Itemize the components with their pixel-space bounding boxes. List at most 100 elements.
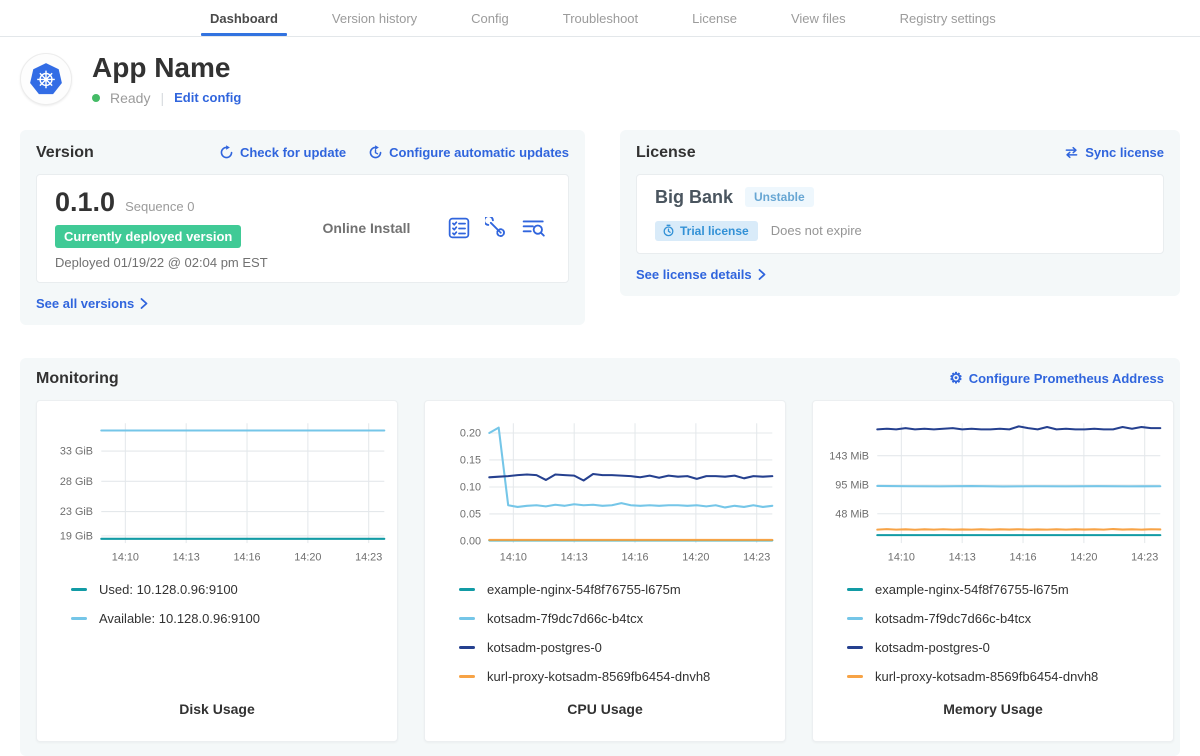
monitoring-section: Monitoring ⚙ Configure Prometheus Addres…	[20, 358, 1180, 756]
sequence-label: Sequence 0	[125, 199, 194, 214]
install-type-label: Online Install	[285, 220, 448, 236]
channel-badge: Unstable	[745, 187, 814, 207]
legend-item: Available: 10.128.0.96:9100	[71, 611, 389, 626]
legend-item: example-nginx-54f8f76755-l675m	[847, 582, 1165, 597]
tab-view-files[interactable]: View files	[764, 0, 873, 36]
legend-label: kotsadm-7f9dc7d66c-b4tcx	[487, 611, 643, 626]
svg-text:14:23: 14:23	[743, 551, 770, 563]
svg-text:14:13: 14:13	[561, 551, 588, 563]
legend-swatch	[459, 675, 475, 678]
legend-item: kotsadm-postgres-0	[847, 640, 1165, 655]
svg-text:14:10: 14:10	[888, 551, 915, 563]
divider: |	[160, 90, 164, 106]
svg-text:14:13: 14:13	[949, 551, 976, 563]
svg-text:14:16: 14:16	[1009, 551, 1036, 563]
legend-label: example-nginx-54f8f76755-l675m	[875, 582, 1069, 597]
license-assignee: Big Bank	[655, 187, 733, 208]
cpu-usage-legend: example-nginx-54f8f76755-l675m kotsadm-7f…	[459, 582, 777, 684]
kubernetes-app-icon	[20, 53, 72, 105]
view-logs-icon[interactable]	[522, 217, 546, 239]
legend-item: kotsadm-postgres-0	[459, 640, 777, 655]
svg-text:0.15: 0.15	[460, 454, 481, 466]
svg-text:14:16: 14:16	[233, 551, 260, 563]
version-card: Version Check for update Configure au	[20, 130, 585, 325]
legend-swatch	[847, 588, 863, 591]
svg-text:14:16: 14:16	[621, 551, 648, 563]
legend-item: kurl-proxy-kotsadm-8569fb6454-dnvh8	[459, 669, 777, 684]
chevron-right-icon	[140, 298, 148, 309]
tab-dashboard[interactable]: Dashboard	[183, 0, 305, 36]
stopwatch-icon	[662, 224, 675, 237]
svg-text:14:23: 14:23	[1131, 551, 1158, 563]
legend-swatch	[71, 617, 87, 620]
kubernetes-logo-icon	[24, 57, 68, 101]
memory-usage-chart-card: 48 MiB95 MiB143 MiB14:1014:1314:1614:201…	[812, 400, 1174, 742]
license-expiry: Does not expire	[771, 223, 862, 238]
legend-item: kotsadm-7f9dc7d66c-b4tcx	[847, 611, 1165, 626]
status-text: Ready	[110, 90, 150, 106]
legend-swatch	[847, 617, 863, 620]
monitoring-title: Monitoring	[36, 370, 119, 388]
svg-text:0.20: 0.20	[460, 427, 481, 439]
tab-troubleshoot[interactable]: Troubleshoot	[536, 0, 665, 36]
svg-text:14:10: 14:10	[112, 551, 139, 563]
clock-refresh-icon	[368, 145, 383, 160]
svg-text:0.00: 0.00	[460, 535, 481, 547]
license-card: License Sync license Big Bank Unstable	[620, 130, 1180, 296]
see-all-versions-link[interactable]: See all versions	[36, 296, 148, 311]
legend-swatch	[459, 588, 475, 591]
refresh-icon	[219, 145, 234, 160]
legend-item: kotsadm-7f9dc7d66c-b4tcx	[459, 611, 777, 626]
tab-version-history[interactable]: Version history	[305, 0, 444, 36]
cpu-usage-plot: 0.000.050.100.150.2014:1014:1314:1614:20…	[433, 415, 777, 572]
svg-text:14:20: 14:20	[682, 551, 709, 563]
chart-title-memory: Memory Usage	[821, 701, 1165, 725]
legend-swatch	[847, 646, 863, 649]
edit-config-link[interactable]: Edit config	[174, 90, 241, 105]
app-header: App Name Ready | Edit config	[0, 37, 1200, 120]
legend-label: Available: 10.128.0.96:9100	[99, 611, 260, 626]
legend-item: Used: 10.128.0.96:9100	[71, 582, 389, 597]
config-wrench-icon[interactable]	[485, 217, 507, 239]
svg-text:33 GiB: 33 GiB	[60, 445, 93, 457]
configure-prometheus-button[interactable]: ⚙ Configure Prometheus Address	[949, 371, 1164, 386]
current-version-card: 0.1.0 Sequence 0 Currently deployed vers…	[36, 174, 569, 283]
tab-license[interactable]: License	[665, 0, 764, 36]
chevron-right-icon	[758, 269, 766, 280]
legend-label: kurl-proxy-kotsadm-8569fb6454-dnvh8	[487, 669, 710, 684]
license-title: License	[636, 144, 696, 162]
preflight-checks-icon[interactable]	[448, 217, 470, 239]
memory-usage-legend: example-nginx-54f8f76755-l675m kotsadm-7f…	[847, 582, 1165, 684]
status-dot	[92, 94, 100, 102]
svg-text:14:20: 14:20	[294, 551, 321, 563]
license-details-card: Big Bank Unstable Trial license Does not…	[636, 174, 1164, 254]
version-title: Version	[36, 144, 94, 162]
svg-text:28 GiB: 28 GiB	[60, 476, 93, 488]
sync-license-button[interactable]: Sync license	[1064, 145, 1164, 160]
chart-title-cpu: CPU Usage	[433, 701, 777, 725]
currently-deployed-badge: Currently deployed version	[55, 225, 241, 248]
svg-text:143 MiB: 143 MiB	[829, 450, 869, 462]
memory-usage-plot: 48 MiB95 MiB143 MiB14:1014:1314:1614:201…	[821, 415, 1165, 572]
see-license-details-link[interactable]: See license details	[636, 267, 766, 282]
tab-config[interactable]: Config	[444, 0, 536, 36]
legend-swatch	[459, 617, 475, 620]
app-header-text: App Name Ready | Edit config	[92, 53, 241, 106]
legend-swatch	[847, 675, 863, 678]
legend-swatch	[459, 646, 475, 649]
gear-icon: ⚙	[949, 371, 962, 386]
svg-text:0.10: 0.10	[460, 481, 481, 493]
check-for-update-button[interactable]: Check for update	[219, 145, 346, 160]
version-number: 0.1.0	[55, 187, 115, 218]
sync-arrows-icon	[1064, 146, 1079, 159]
legend-swatch	[71, 588, 87, 591]
tab-registry-settings[interactable]: Registry settings	[873, 0, 1023, 36]
cpu-usage-chart-card: 0.000.050.100.150.2014:1014:1314:1614:20…	[424, 400, 786, 742]
svg-text:0.05: 0.05	[460, 508, 481, 520]
configure-automatic-updates-button[interactable]: Configure automatic updates	[368, 145, 569, 160]
svg-text:48 MiB: 48 MiB	[835, 508, 869, 520]
legend-label: kotsadm-postgres-0	[487, 640, 602, 655]
legend-label: kotsadm-postgres-0	[875, 640, 990, 655]
legend-label: example-nginx-54f8f76755-l675m	[487, 582, 681, 597]
svg-text:14:13: 14:13	[173, 551, 200, 563]
